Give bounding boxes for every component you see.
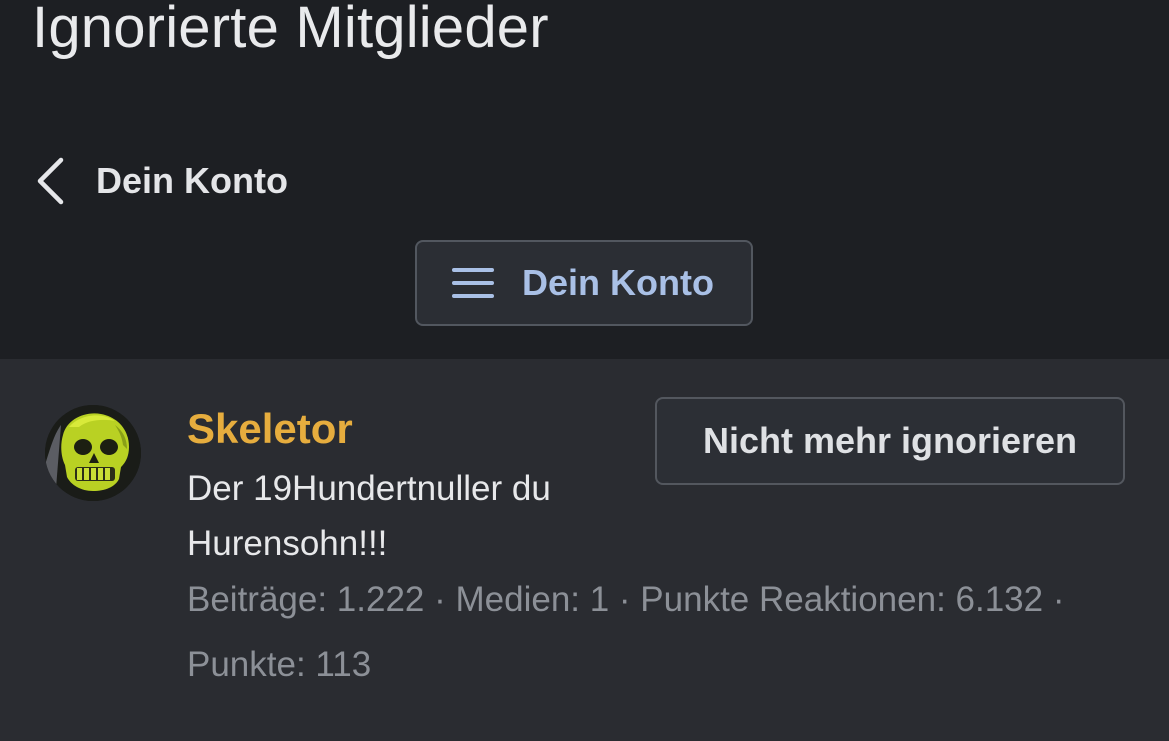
account-menu-button[interactable]: Dein Konto xyxy=(415,240,753,326)
member-username[interactable]: Skeletor xyxy=(187,401,353,457)
page-title: Ignorierte Mitglieder xyxy=(32,0,549,60)
chevron-left-icon xyxy=(37,157,64,205)
member-stats: Beiträge: 1.222 · Medien: 1 · Punkte Rea… xyxy=(187,580,1065,684)
back-link-dein-konto[interactable]: Dein Konto xyxy=(34,150,288,212)
ignored-member-list: Skeletor Der 19Hundertnuller du Hurensoh… xyxy=(0,359,1169,741)
unignore-button[interactable]: Nicht mehr ignorieren xyxy=(655,397,1125,485)
page-header: Ignorierte Mitglieder Dein Konto Dein Ko… xyxy=(0,0,1169,359)
account-menu-label: Dein Konto xyxy=(522,262,714,303)
member-avatar[interactable] xyxy=(45,405,141,501)
member-user-title: Der 19Hundertnuller du Hurensohn!!! xyxy=(187,469,551,563)
skeleton-face-avatar xyxy=(45,405,141,501)
hamburger-menu-icon xyxy=(452,268,494,298)
back-link-label: Dein Konto xyxy=(96,160,288,201)
